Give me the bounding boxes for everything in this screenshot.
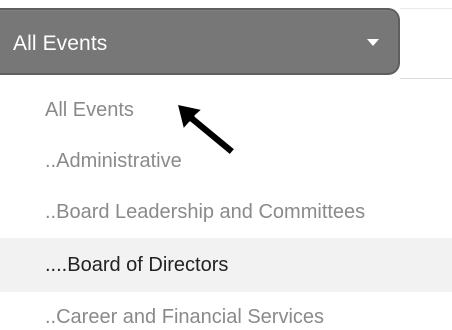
section-divider	[400, 78, 452, 79]
selected-value: All Events	[13, 32, 108, 55]
option-career-and-financial-services[interactable]: ..Career and Financial Services	[0, 292, 452, 330]
option-board-leadership-and-committees[interactable]: ..Board Leadership and Committees	[0, 187, 452, 238]
mouse-pointer-icon	[174, 101, 238, 158]
caret-down-icon	[367, 39, 379, 46]
option-board-of-directors[interactable]: ....Board of Directors	[0, 238, 452, 292]
event-category-select[interactable]: All Events	[0, 8, 400, 75]
event-filter-screen: All Events All Events ..Administrative .…	[0, 0, 452, 330]
header-divider	[400, 8, 452, 9]
